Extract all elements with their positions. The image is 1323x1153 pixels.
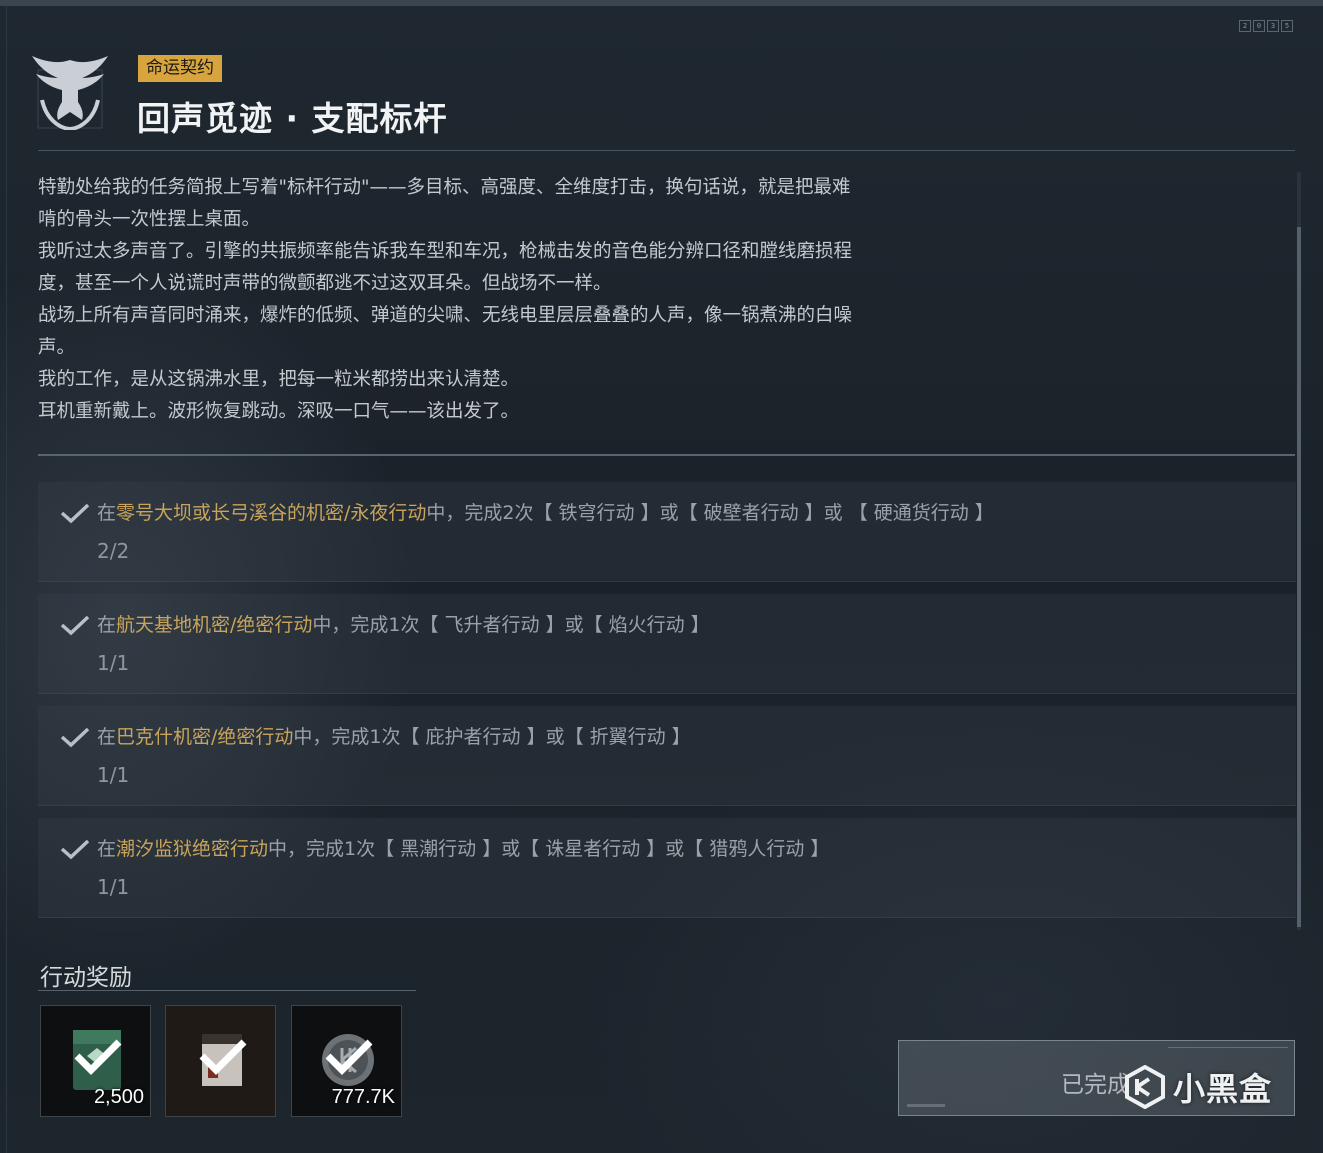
task-prefix: 在 (97, 726, 117, 748)
eagle-emblem-icon (32, 56, 108, 130)
contract-badge: 命运契约 (138, 55, 222, 82)
task-prefix: 在 (97, 614, 117, 636)
heybox-logo-icon (1125, 1065, 1165, 1109)
description-line: 战场上所有声音同时涌来，爆炸的低频、弹道的尖啸、无线电里层层叠叠的人声，像一锅煮… (38, 305, 853, 326)
description-line: 特勤处给我的任务简报上写着"标杆行动"——多目标、高强度、全维度打击，换句话说，… (38, 177, 851, 198)
description-line: 我听过太多声音了。引擎的共振频率能告诉我车型和车况，枪械击发的音色能分辨口径和膛… (38, 241, 853, 262)
button-decoration (907, 1104, 945, 1107)
mission-description: 特勤处给我的任务简报上写着"标杆行动"——多目标、高强度、全维度打击，换句话说，… (38, 172, 968, 428)
corner-tag: 2 0 3 5 (1239, 20, 1293, 32)
completed-label: 已完成 (1061, 1072, 1130, 1098)
check-icon (60, 615, 90, 636)
task-item: 在潮汐监狱绝密行动中，完成1次【 黑潮行动 】或【 诛星者行动 】或【 猎鸦人行… (38, 818, 1296, 918)
task-requirement: 中，完成1次【 黑潮行动 】或【 诛星者行动 】或【 猎鸦人行动 】 (268, 838, 830, 860)
claimed-check-icon (325, 1039, 373, 1075)
reward-item[interactable] (165, 1005, 276, 1117)
task-progress: 1/1 (97, 651, 130, 675)
task-progress: 1/1 (97, 763, 130, 787)
task-requirement: 中，完成1次【 飞升者行动 】或【 焰火行动 】 (312, 614, 710, 636)
task-location: 航天基地机密/绝密行动 (116, 614, 313, 636)
watermark-text: 小黑盒 (1173, 1070, 1273, 1108)
task-text: 在零号大坝或长弓溪谷的机密/永夜行动中，完成2次【 铁穹行动 】或【 破壁者行动… (97, 498, 994, 525)
task-item: 在零号大坝或长弓溪谷的机密/永夜行动中，完成2次【 铁穹行动 】或【 破壁者行动… (38, 482, 1296, 582)
divider (38, 990, 416, 991)
task-location: 巴克什机密/绝密行动 (116, 726, 294, 748)
task-item: 在巴克什机密/绝密行动中，完成1次【 庇护者行动 】或【 折翼行动 】 1/1 (38, 706, 1296, 806)
task-location: 潮汐监狱绝密行动 (116, 838, 269, 860)
task-text: 在巴克什机密/绝密行动中，完成1次【 庇护者行动 】或【 折翼行动 】 (97, 722, 691, 749)
task-text: 在潮汐监狱绝密行动中，完成1次【 黑潮行动 】或【 诛星者行动 】或【 猎鸦人行… (97, 834, 829, 861)
rewards-title: 行动奖励 (40, 965, 132, 991)
corner-digit: 3 (1267, 20, 1279, 32)
description-line: 耳机重新戴上。波形恢复跳动。深吸一口气——该出发了。 (38, 401, 520, 422)
divider (38, 454, 1295, 456)
task-text: 在航天基地机密/绝密行动中，完成1次【 飞升者行动 】或【 焰火行动 】 (97, 610, 710, 637)
description-line: 度，甚至一个人说谎时声带的微颤都逃不过这双耳朵。但战场不一样。 (38, 273, 612, 294)
check-icon (60, 727, 90, 748)
watermark: 小黑盒 (1123, 1064, 1272, 1110)
task-requirement: 中，完成2次【 铁穹行动 】或【 破壁者行动 】或 【 硬通货行动 】 (426, 502, 994, 524)
check-icon (60, 839, 90, 860)
page-title: 回声觅迹 · 支配标杆 (137, 99, 448, 138)
reward-item[interactable]: 777.7K (291, 1005, 402, 1117)
check-icon (60, 503, 90, 524)
divider (38, 150, 1295, 151)
task-prefix: 在 (97, 502, 117, 524)
scrollbar-thumb[interactable] (1297, 227, 1301, 927)
description-line: 声。 (38, 337, 76, 358)
task-progress: 2/2 (97, 539, 130, 563)
claimed-check-icon (74, 1039, 122, 1075)
reward-quantity: 777.7K (331, 1086, 395, 1108)
description-line: 我的工作，是从这锅沸水里，把每一粒米都捞出来认清楚。 (38, 369, 520, 390)
corner-digit: 0 (1253, 20, 1265, 32)
task-progress: 1/1 (97, 875, 130, 899)
claimed-check-icon (199, 1039, 247, 1075)
task-location: 零号大坝或长弓溪谷的机密/永夜行动 (116, 502, 427, 524)
task-prefix: 在 (97, 838, 117, 860)
task-list: 在零号大坝或长弓溪谷的机密/永夜行动中，完成2次【 铁穹行动 】或【 破壁者行动… (38, 482, 1296, 930)
task-requirement: 中，完成1次【 庇护者行动 】或【 折翼行动 】 (293, 726, 691, 748)
description-line: 啃的骨头一次性摆上桌面。 (38, 209, 261, 230)
corner-digit: 5 (1281, 20, 1293, 32)
scrollbar[interactable] (1297, 172, 1301, 930)
corner-digit: 2 (1239, 20, 1251, 32)
reward-quantity: 2,500 (93, 1086, 144, 1108)
button-decoration (1168, 1047, 1288, 1059)
task-item: 在航天基地机密/绝密行动中，完成1次【 飞升者行动 】或【 焰火行动 】 1/1 (38, 594, 1296, 694)
reward-item[interactable]: 2,500 (40, 1005, 151, 1117)
